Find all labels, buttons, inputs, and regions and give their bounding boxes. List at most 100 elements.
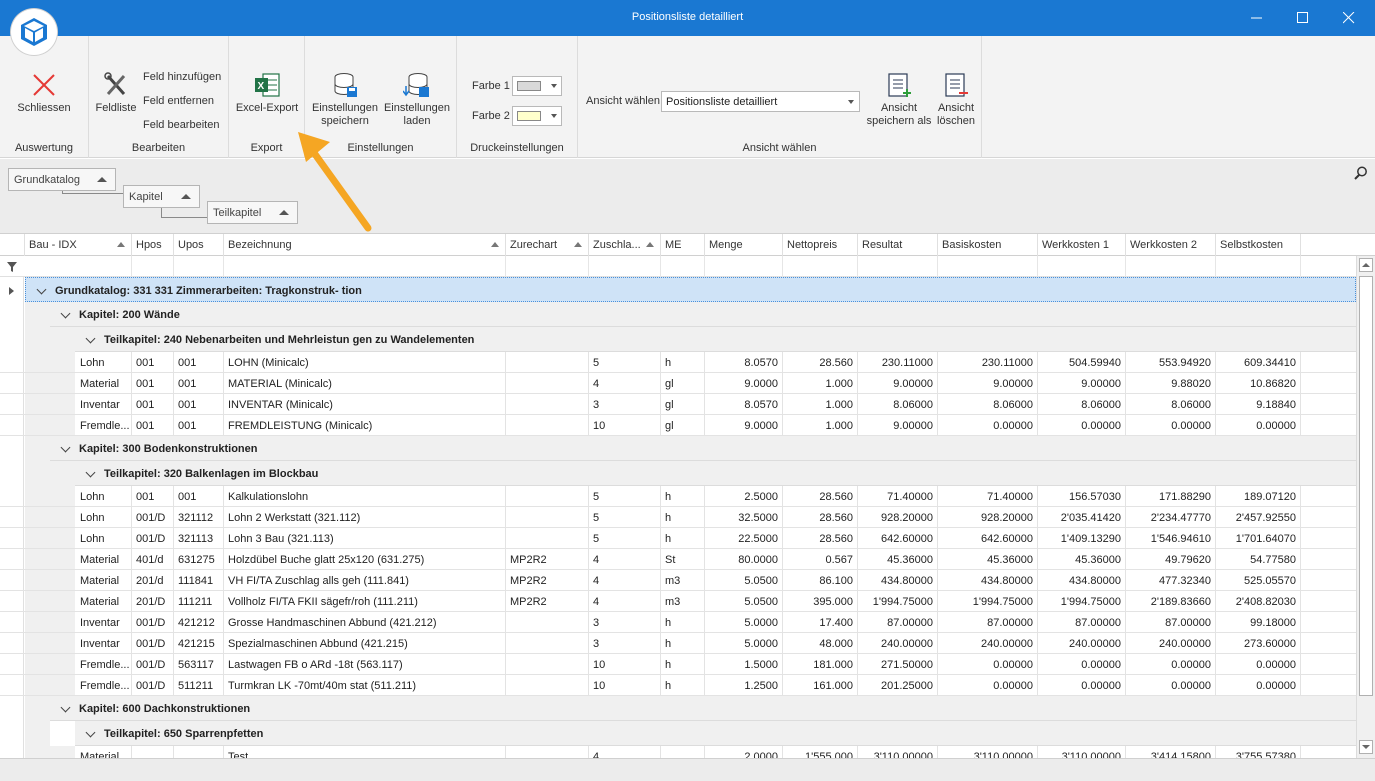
table-cell: 8.06000 — [1126, 394, 1216, 415]
filter-cell[interactable] — [174, 256, 224, 277]
vertical-scrollbar[interactable] — [1356, 256, 1375, 758]
table-cell: h — [661, 633, 705, 654]
minimize-button[interactable] — [1234, 0, 1280, 36]
table-row[interactable]: Fremdle... 001/D 511211 Turmkran LK -70mt/4… — [0, 675, 1356, 696]
scroll-thumb[interactable] — [1359, 276, 1373, 696]
group-chip-grundkatalog[interactable]: Grundkatalog — [8, 168, 116, 191]
chevron-down-icon[interactable] — [36, 284, 47, 295]
group-row-kapitel[interactable]: Kapitel: 300 Bodenkonstruktionen — [50, 436, 1356, 461]
column-header[interactable]: Menge — [705, 234, 783, 256]
feld-bearbeiten-button[interactable]: Feld bearbeiten — [143, 119, 219, 131]
table-row[interactable]: Inventar 001 001 INVENTAR (Minicalc) 3 gl 8.05… — [0, 394, 1356, 415]
table-cell: 0.00000 — [1216, 675, 1301, 696]
column-header[interactable]: Werkkosten 2 — [1126, 234, 1216, 256]
feldliste-button[interactable]: Feldliste — [93, 72, 139, 115]
feld-entfernen-button[interactable]: Feld entfernen — [143, 95, 214, 107]
table-row[interactable]: Material Test 4 2.0000 1'555.000 3'110.00000 3… — [0, 746, 1356, 758]
table-row[interactable]: Fremdle... 001 001 FREMDLEISTUNG (Minicalc)… — [0, 415, 1356, 436]
column-header[interactable]: Selbstkosten — [1216, 234, 1301, 256]
filter-cell[interactable] — [858, 256, 938, 277]
search-icon[interactable] — [1354, 166, 1368, 180]
group-chip-label: Grundkatalog — [14, 174, 81, 186]
feld-hinzufuegen-button[interactable]: Feld hinzufügen — [143, 71, 221, 83]
column-header[interactable]: Zurechart — [506, 234, 589, 256]
group-row-teilkapitel[interactable]: Teilkapitel: 240 Nebenarbeiten und Mehrl… — [75, 327, 1356, 352]
filter-cell[interactable] — [506, 256, 589, 277]
filter-icon[interactable] — [7, 262, 17, 272]
table-cell: 321112 — [174, 507, 224, 528]
table-cell: 161.000 — [783, 675, 858, 696]
table-row[interactable]: Lohn 001/D 321112 Lohn 2 Werkstatt (321.112… — [0, 507, 1356, 528]
scroll-down-button[interactable] — [1359, 740, 1373, 754]
app-logo[interactable] — [11, 9, 57, 55]
column-header[interactable]: Upos — [174, 234, 224, 256]
einstellungen-speichern-button[interactable]: Einstellungen speichern — [309, 72, 381, 128]
maximize-button[interactable] — [1280, 0, 1326, 36]
schliessen-label: Schliessen — [17, 102, 71, 114]
table-row[interactable]: Lohn 001 001 Kalkulationslohn 5 h 2.5000 28.560… — [0, 486, 1356, 507]
table-row[interactable]: Material 001 001 MATERIAL (Minicalc) 4 gl 9.00… — [0, 373, 1356, 394]
column-header[interactable]: Resultat — [858, 234, 938, 256]
chevron-down-icon[interactable] — [60, 308, 71, 319]
table-row[interactable]: Material 401/d 631275 Holzdübel Buche glatt… — [0, 549, 1356, 570]
chevron-down-icon[interactable] — [85, 467, 96, 478]
chevron-down-icon[interactable] — [85, 333, 96, 344]
table-cell: 230.11000 — [858, 352, 938, 373]
column-header[interactable]: Bezeichnung — [224, 234, 506, 256]
table-row[interactable]: Inventar 001/D 421215 Spezialmaschinen Abbu… — [0, 633, 1356, 654]
group-bearbeiten: Feldliste Feld hinzufügen Feld entfernen… — [89, 36, 229, 158]
column-header[interactable]: Zuschla... — [589, 234, 661, 256]
group-row-kapitel[interactable]: Kapitel: 600 Dachkonstruktionen — [50, 696, 1356, 721]
farbe1-picker[interactable] — [512, 76, 562, 96]
schliessen-button[interactable]: Schliessen — [10, 72, 78, 115]
group-row-teilkapitel[interactable]: Teilkapitel: 320 Balkenlagen im Blockbau — [75, 461, 1356, 486]
column-header[interactable]: ME — [661, 234, 705, 256]
chevron-down-icon[interactable] — [60, 442, 71, 453]
table-row[interactable]: Lohn 001/D 321113 Lohn 3 Bau (321.113) 5 h 22.… — [0, 528, 1356, 549]
chevron-down-icon[interactable] — [85, 727, 96, 738]
column-header[interactable]: Nettopreis — [783, 234, 858, 256]
farbe2-picker[interactable] — [512, 106, 562, 126]
group-row-kapitel[interactable]: Kapitel: 200 Wände — [50, 302, 1356, 327]
column-header[interactable]: Basiskosten — [938, 234, 1038, 256]
table-cell: 001 — [132, 394, 174, 415]
group-row-grundkatalog[interactable]: Grundkatalog: 331 331 Zimmerarbeiten: Tr… — [25, 277, 1356, 302]
filter-cell[interactable] — [661, 256, 705, 277]
filter-cell[interactable] — [25, 256, 132, 277]
filter-cell[interactable] — [1038, 256, 1126, 277]
filter-cell[interactable] — [705, 256, 783, 277]
column-header[interactable]: Hpos — [132, 234, 174, 256]
scroll-up-button[interactable] — [1359, 258, 1373, 272]
column-header[interactable]: Bau - IDX — [25, 234, 132, 256]
ansicht-select[interactable]: Positionsliste detailliert — [661, 91, 860, 112]
filter-cell[interactable] — [783, 256, 858, 277]
table-row[interactable]: Lohn 001 001 LOHN (Minicalc) 5 h 8.0570 28.560 2… — [0, 352, 1356, 373]
group-chip-kapitel[interactable]: Kapitel — [123, 185, 200, 208]
filter-cell[interactable] — [589, 256, 661, 277]
table-cell: 2'408.82030 — [1216, 591, 1301, 612]
table-row[interactable]: Material 201/D 111211 Vollholz FI/TA FKII s… — [0, 591, 1356, 612]
filter-cell[interactable] — [224, 256, 506, 277]
excel-export-button[interactable]: X Excel-Export — [233, 72, 301, 115]
table-cell: 1'994.75000 — [858, 591, 938, 612]
table-row[interactable]: Inventar 001/D 421212 Grosse Handmaschinen … — [0, 612, 1356, 633]
close-window-button[interactable] — [1326, 0, 1372, 36]
ansicht-speichern-als-button[interactable]: Ansicht speichern als — [864, 72, 934, 128]
chevron-down-icon[interactable] — [60, 702, 71, 713]
einstellungen-laden-button[interactable]: Einstellungen laden — [381, 72, 453, 128]
database-save-icon — [334, 73, 357, 97]
arrow-up-icon — [1362, 263, 1370, 267]
group-row-teilkapitel[interactable]: Teilkapitel: 650 Sparrenpfetten — [75, 721, 1356, 746]
table-cell — [506, 675, 589, 696]
filter-row — [0, 256, 1356, 277]
filter-cell[interactable] — [938, 256, 1038, 277]
column-header[interactable]: Werkkosten 1 — [1038, 234, 1126, 256]
filter-cell[interactable] — [1126, 256, 1216, 277]
filter-cell[interactable] — [1216, 256, 1301, 277]
filter-cell[interactable] — [132, 256, 174, 277]
ansicht-loeschen-label-1: Ansicht — [937, 102, 975, 114]
table-row[interactable]: Fremdle... 001/D 563117 Lastwagen FB o ARd … — [0, 654, 1356, 675]
table-row[interactable]: Material 201/d 111841 VH FI/TA Zuschlag all… — [0, 570, 1356, 591]
group-chip-teilkapitel[interactable]: Teilkapitel — [207, 201, 298, 224]
ansicht-loeschen-button[interactable]: Ansicht löschen — [934, 72, 978, 128]
